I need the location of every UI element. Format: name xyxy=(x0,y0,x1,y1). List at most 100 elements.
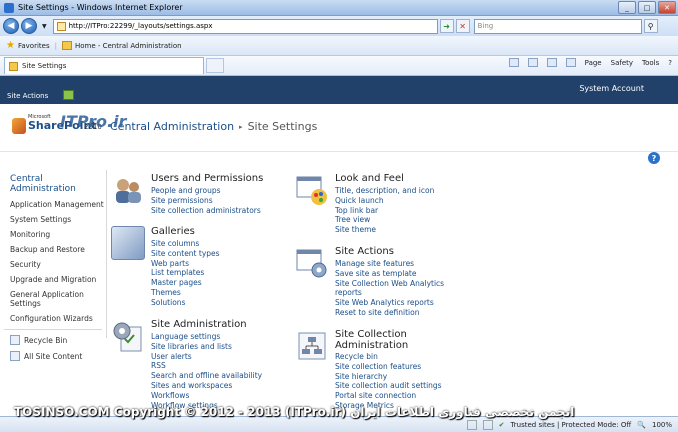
link-portal-connection[interactable]: Portal site connection xyxy=(335,391,442,401)
site-actions-menu[interactable]: Site Actions xyxy=(7,92,48,100)
url-field[interactable]: http://ITPro:22299/_layouts/settings.asp… xyxy=(52,18,438,34)
recycle-bin-link[interactable]: Recycle Bin xyxy=(0,335,106,345)
link-content-types[interactable]: Site content types xyxy=(151,249,220,259)
nav-item[interactable]: Application Management xyxy=(0,200,106,209)
quick-launch-heading[interactable]: Central Administration xyxy=(0,174,106,194)
link-people-groups[interactable]: People and groups xyxy=(151,186,261,196)
nav-item[interactable]: Upgrade and Migration xyxy=(0,275,106,284)
section-links: Title, description, and icon Quick launc… xyxy=(335,186,434,235)
new-tab-button[interactable] xyxy=(206,58,224,73)
safety-menu[interactable]: Safety xyxy=(611,59,633,67)
link-site-collection-admins[interactable]: Site collection administrators xyxy=(151,206,261,216)
link-solutions[interactable]: Solutions xyxy=(151,298,220,308)
close-button[interactable]: ✕ xyxy=(658,1,676,14)
link-title-description-icon[interactable]: Title, description, and icon xyxy=(335,186,434,196)
stop-button[interactable]: ✕ xyxy=(455,19,470,33)
divider xyxy=(4,329,102,330)
breadcrumb-root[interactable]: Central Administration xyxy=(110,120,234,133)
window-controls: _ □ ✕ xyxy=(618,1,676,14)
page-menu[interactable]: Page xyxy=(585,59,602,67)
zoom-icon[interactable]: 🔍 xyxy=(637,421,646,429)
breadcrumb: Central Administration ▸ Site Settings xyxy=(110,120,317,133)
link-site-hierarchy[interactable]: Site hierarchy xyxy=(335,372,442,382)
account-menu[interactable]: System Account xyxy=(579,84,644,93)
section-site-administration: Site Administration Language settings Si… xyxy=(111,319,291,410)
link-workflows[interactable]: Workflows xyxy=(151,391,262,401)
history-dropdown-icon[interactable]: ▼ xyxy=(42,23,47,30)
zoom-level[interactable]: 100% xyxy=(652,421,672,429)
favorite-link-home[interactable]: Home - Central Administration xyxy=(75,42,182,50)
nav-item[interactable]: Configuration Wizards xyxy=(0,314,106,323)
help-icon[interactable]: ? xyxy=(648,152,660,164)
search-input[interactable]: Bing xyxy=(473,18,642,34)
minimize-button[interactable]: _ xyxy=(618,1,636,14)
link-audit-settings[interactable]: Site collection audit settings xyxy=(335,381,442,391)
watermark-text: ITPro.ir xyxy=(60,112,127,131)
sharepoint-logo-icon xyxy=(12,118,26,134)
tab-site-settings[interactable]: Site Settings xyxy=(4,57,204,74)
link-reset-definition[interactable]: Reset to site definition xyxy=(335,308,455,318)
print-icon[interactable] xyxy=(565,58,576,67)
maximize-button[interactable]: □ xyxy=(638,1,656,14)
link-site-theme[interactable]: Site theme xyxy=(335,225,434,235)
link-web-parts[interactable]: Web parts xyxy=(151,259,220,269)
navigate-up-icon[interactable] xyxy=(63,90,74,100)
favorites-star-icon[interactable]: ★ xyxy=(6,40,15,51)
link-language-settings[interactable]: Language settings xyxy=(151,332,262,342)
link-recycle-bin[interactable]: Recycle bin xyxy=(335,352,442,362)
zone-status: Trusted sites | Protected Mode: Off xyxy=(510,420,632,429)
forward-button[interactable]: ▶ xyxy=(21,18,37,34)
search-icon[interactable]: ⚲ xyxy=(643,19,658,33)
nav-item[interactable]: Backup and Restore xyxy=(0,245,106,254)
section-title: Site Collection Administration xyxy=(335,329,409,351)
sharepoint-ribbon: Site Actions System Account xyxy=(0,76,678,104)
all-site-content-link[interactable]: All Site Content xyxy=(0,351,106,361)
link-site-columns[interactable]: Site columns xyxy=(151,239,220,249)
link-collection-web-analytics[interactable]: Site Collection Web Analytics reports xyxy=(335,279,455,299)
favorites-button[interactable]: Favorites xyxy=(18,42,50,50)
link-quick-launch[interactable]: Quick launch xyxy=(335,196,434,206)
nav-item[interactable]: General Application Settings xyxy=(0,290,106,308)
section-links: Language settings Site libraries and lis… xyxy=(151,332,262,410)
link-search-offline[interactable]: Search and offline availability xyxy=(151,371,262,381)
breadcrumb-separator-icon: ▸ xyxy=(239,122,243,131)
back-button[interactable]: ◀ xyxy=(3,18,19,34)
help-menu-icon[interactable]: ? xyxy=(668,59,672,67)
link-libraries-lists[interactable]: Site libraries and lists xyxy=(151,342,262,352)
status-icon xyxy=(482,419,493,430)
link-site-web-analytics[interactable]: Site Web Analytics reports xyxy=(335,298,455,308)
section-links: Manage site features Save site as templa… xyxy=(335,259,455,318)
section-links: Site columns Site content types Web part… xyxy=(151,239,220,308)
all-site-content-label: All Site Content xyxy=(24,351,83,361)
link-manage-features[interactable]: Manage site features xyxy=(335,259,455,269)
nav-item[interactable]: Monitoring xyxy=(0,230,106,239)
link-user-alerts[interactable]: User alerts xyxy=(151,352,262,362)
link-themes[interactable]: Themes xyxy=(151,288,220,298)
recycle-bin-icon xyxy=(10,335,20,345)
nav-item[interactable]: System Settings xyxy=(0,215,106,224)
galleries-icon xyxy=(111,226,145,260)
mail-icon[interactable] xyxy=(546,58,557,67)
nav-item[interactable]: Security xyxy=(0,260,106,269)
separator: | xyxy=(54,41,57,50)
site-content-icon xyxy=(10,351,20,361)
quick-launch-list: Application Management System Settings M… xyxy=(0,200,106,323)
section-site-collection-administration: Site Collection Administration Recycle b… xyxy=(295,329,485,414)
link-top-link-bar[interactable]: Top link bar xyxy=(335,206,434,216)
link-tree-view[interactable]: Tree view xyxy=(335,215,434,225)
link-save-as-template[interactable]: Save site as template xyxy=(335,269,455,279)
section-look-and-feel: Look and Feel Title, description, and ic… xyxy=(295,173,485,238)
link-sites-workspaces[interactable]: Sites and workspaces xyxy=(151,381,262,391)
link-list-templates[interactable]: List templates xyxy=(151,268,220,278)
link-site-permissions[interactable]: Site permissions xyxy=(151,196,261,206)
section-users-permissions: Users and Permissions People and groups … xyxy=(111,173,291,223)
tools-menu[interactable]: Tools xyxy=(642,59,659,67)
link-collection-features[interactable]: Site collection features xyxy=(335,362,442,372)
home-icon[interactable] xyxy=(508,58,519,67)
feeds-icon[interactable] xyxy=(527,58,538,67)
go-button[interactable]: ➜ xyxy=(439,19,454,33)
ie-icon xyxy=(4,2,14,13)
link-rss[interactable]: RSS xyxy=(151,361,262,371)
link-master-pages[interactable]: Master pages xyxy=(151,278,220,288)
tab-label: Site Settings xyxy=(22,62,67,70)
